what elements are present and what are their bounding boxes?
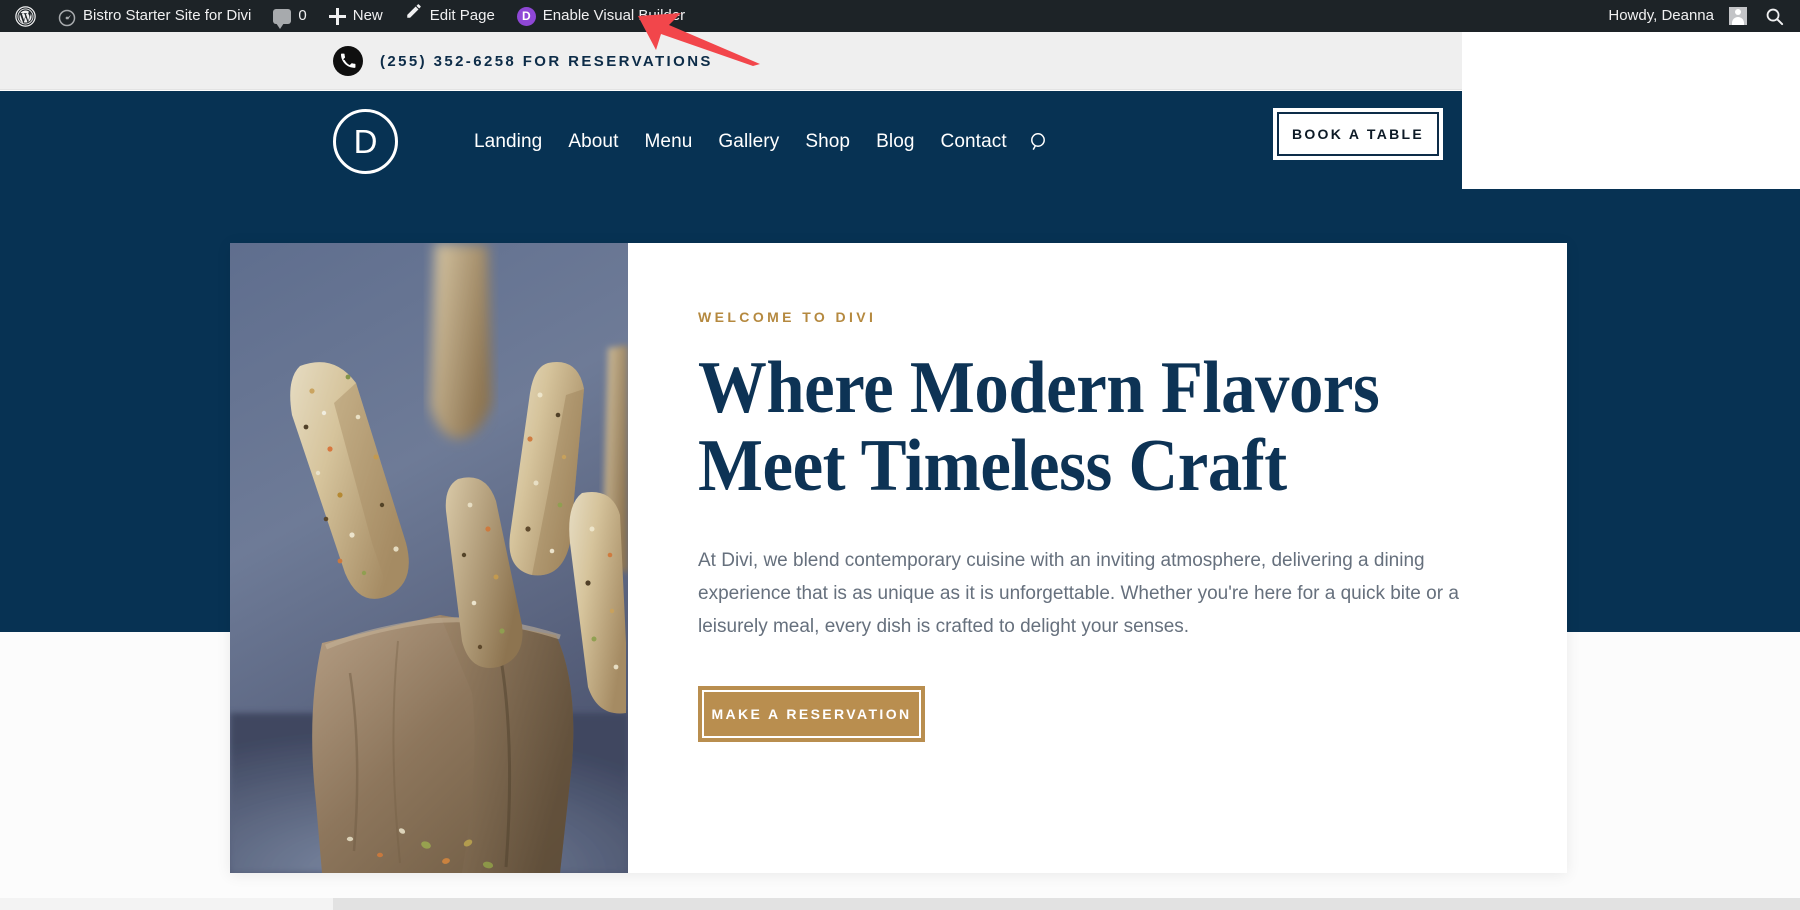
wordpress-logo-menu[interactable] (4, 0, 47, 32)
enable-visual-builder-menu[interactable]: D Enable Visual Builder (506, 0, 696, 32)
nav-item-landing[interactable]: Landing (461, 131, 555, 153)
browser-viewport: (255) 352-6258 FOR RESERVATIONS D Landin… (0, 0, 1800, 910)
enable-visual-builder-label: Enable Visual Builder (542, 7, 686, 24)
nav-item-about[interactable]: About (555, 131, 631, 153)
new-label: New (352, 7, 383, 24)
howdy-label: Howdy, Deanna (1608, 7, 1714, 24)
divi-circle-logo-icon[interactable]: D (333, 109, 398, 174)
site-name-label: Bistro Starter Site for Divi (83, 7, 252, 24)
hero-content: WELCOME TO DIVI Where Modern Flavors Mee… (628, 243, 1567, 873)
book-a-table-button[interactable]: BOOK A TABLE (1273, 108, 1443, 160)
hero-title: Where Modern Flavors Meet Timeless Craft (698, 347, 1380, 508)
user-avatar-icon (1729, 7, 1747, 25)
nav-item-gallery[interactable]: Gallery (705, 131, 792, 153)
header-content: D Landing About Menu Gallery Shop Blog C… (333, 91, 1049, 192)
main-navigation: Landing About Menu Gallery Shop Blog Con… (461, 131, 1049, 153)
breadsticks-in-paper-bag-photo (230, 243, 628, 873)
make-a-reservation-label: MAKE A RESERVATION (711, 705, 912, 722)
book-a-table-label: BOOK A TABLE (1291, 126, 1425, 142)
nav-item-menu[interactable]: Menu (631, 131, 705, 153)
right-white-overlay-panel (1462, 32, 1800, 189)
site-name-menu[interactable]: Bistro Starter Site for Divi (47, 0, 262, 32)
divi-badge-icon: D (516, 6, 536, 26)
nav-item-shop[interactable]: Shop (792, 131, 863, 153)
edit-page-label: Edit Page (429, 7, 495, 24)
hero-eyebrow-text: WELCOME TO DIVI (698, 309, 877, 325)
top-bar-content: (255) 352-6258 FOR RESERVATIONS (333, 32, 713, 90)
edit-page-menu[interactable]: Edit Page (394, 0, 506, 32)
wordpress-logo-icon (15, 5, 36, 27)
nav-item-blog[interactable]: Blog (863, 131, 927, 153)
logo-letter: D (353, 123, 378, 160)
pencil-icon (405, 0, 423, 32)
hero-card: WELCOME TO DIVI Where Modern Flavors Mee… (230, 243, 1567, 873)
search-icon[interactable] (1758, 0, 1790, 32)
dashboard-icon (58, 7, 76, 27)
hero-paragraph: At Divi, we blend contemporary cuisine w… (698, 549, 1459, 638)
admin-bar-left-group: Bistro Starter Site for Divi 0 New Edit … (0, 0, 696, 32)
comment-bubble-icon (273, 8, 292, 29)
phone-number-text: (255) 352-6258 FOR RESERVATIONS (380, 52, 713, 70)
comments-count: 0 (298, 7, 307, 24)
page-bottom-gray-strip (333, 898, 1800, 910)
new-content-menu[interactable]: New (318, 0, 394, 32)
admin-bar-right-group: Howdy, Deanna (1597, 0, 1800, 32)
comments-menu[interactable]: 0 (262, 0, 317, 32)
plus-icon (328, 7, 346, 25)
wordpress-admin-bar: Bistro Starter Site for Divi 0 New Edit … (0, 0, 1800, 32)
nav-item-contact[interactable]: Contact (928, 131, 1020, 153)
phone-icon (333, 46, 363, 76)
my-account-menu[interactable]: Howdy, Deanna (1597, 0, 1758, 32)
make-a-reservation-button[interactable]: MAKE A RESERVATION (698, 685, 925, 742)
search-icon[interactable] (1029, 132, 1049, 152)
page-bottom-left-strip (0, 898, 333, 910)
